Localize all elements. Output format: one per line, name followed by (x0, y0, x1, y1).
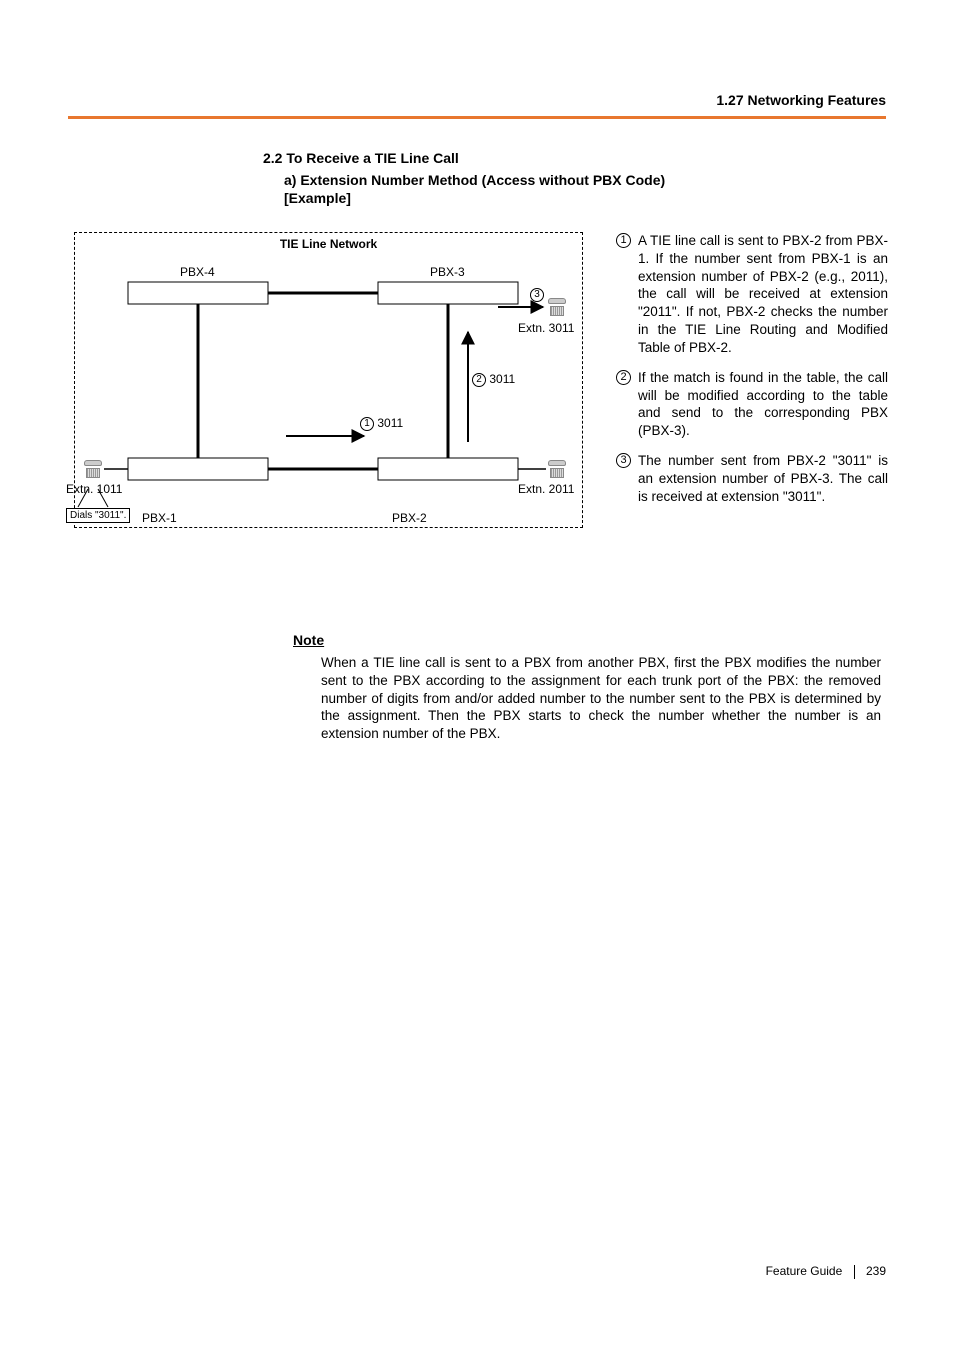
explain-item-2: 2 If the match is found in the table, th… (616, 369, 888, 440)
step-3-num: 3 (530, 288, 544, 302)
explain-item-1: 1 A TIE line call is sent to PBX-2 from … (616, 232, 888, 357)
step-1-num: 1 (360, 417, 374, 431)
heading-2-2: 2.2 To Receive a TIE Line Call (263, 150, 886, 166)
page: 1.27 Networking Features 2.2 To Receive … (0, 0, 954, 1351)
phone-icon (548, 460, 566, 478)
phone-icon (548, 298, 566, 316)
step-2-val: 3011 (489, 372, 515, 386)
footer: Feature Guide 239 (766, 1264, 886, 1279)
diagram-svg (68, 232, 583, 547)
step-3: 3 (530, 287, 544, 302)
label-pbx4: PBX-4 (180, 265, 215, 279)
explain-item-3: 3 The number sent from PBX-2 "3011" is a… (616, 452, 888, 505)
phone-icon (84, 460, 102, 478)
heading-2-2-a: a) Extension Number Method (Access witho… (284, 172, 886, 188)
explain-text-3: The number sent from PBX-2 "3011" is an … (638, 452, 888, 505)
label-pbx3: PBX-3 (430, 265, 465, 279)
footer-page: 239 (866, 1264, 886, 1278)
step-1-val: 3011 (377, 416, 403, 430)
label-extn-3011: Extn. 3011 (518, 321, 574, 335)
tie-line-diagram: TIE Line Network (68, 232, 583, 547)
label-extn-2011: Extn. 2011 (518, 482, 574, 496)
explain-num-3: 3 (616, 453, 631, 468)
section-header: 1.27 Networking Features (716, 92, 886, 108)
dials-box: Dials "3011". (66, 508, 130, 523)
explain-num-1: 1 (616, 233, 631, 248)
label-pbx1: PBX-1 (142, 511, 177, 525)
step-2-num: 2 (472, 373, 486, 387)
footer-separator (854, 1265, 855, 1279)
note-body: When a TIE line call is sent to a PBX fr… (321, 654, 881, 743)
label-pbx2: PBX-2 (392, 511, 427, 525)
explain-num-2: 2 (616, 370, 631, 385)
note-heading: Note (293, 632, 886, 648)
heading-example: [Example] (284, 190, 886, 206)
content: 2.2 To Receive a TIE Line Call a) Extens… (68, 150, 886, 743)
step-2: 2 3011 (472, 372, 515, 387)
label-extn-1011: Extn. 1011 (66, 482, 122, 496)
note-block: Note When a TIE line call is sent to a P… (293, 632, 886, 743)
step-1: 1 3011 (360, 416, 403, 431)
header-rule (68, 116, 886, 119)
explain-column: 1 A TIE line call is sent to PBX-2 from … (616, 232, 888, 517)
diagram-and-explain: TIE Line Network (68, 232, 886, 632)
footer-guide: Feature Guide (766, 1264, 843, 1278)
explain-text-2: If the match is found in the table, the … (638, 369, 888, 440)
explain-text-1: A TIE line call is sent to PBX-2 from PB… (638, 232, 888, 357)
